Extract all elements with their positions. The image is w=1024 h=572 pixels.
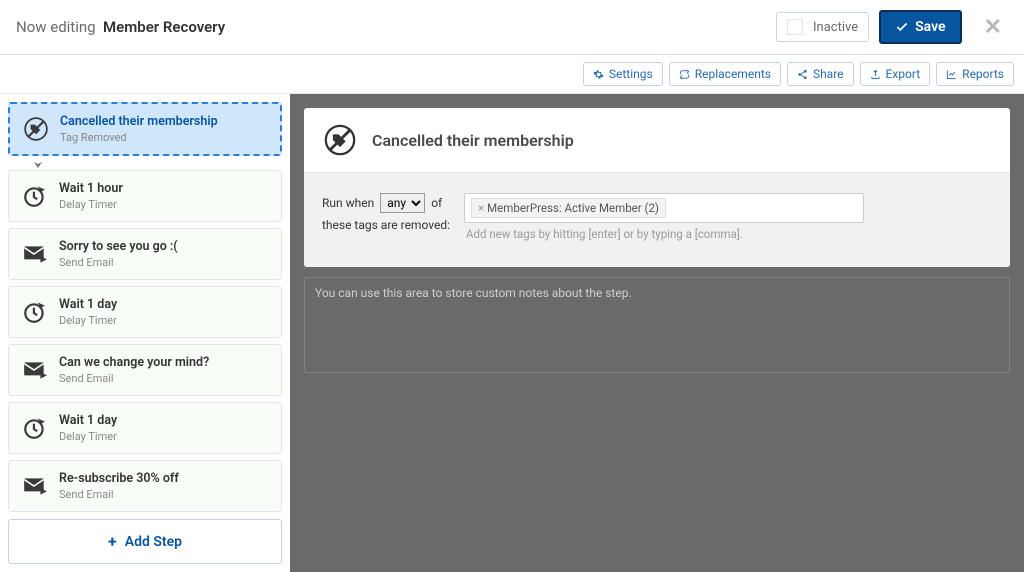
step-item-4[interactable]: Can we change your mind? Send Email [8,344,282,396]
close-button[interactable]: ✕ [978,15,1008,40]
run-when-select[interactable]: anyall [380,193,425,213]
step-subtitle: Delay Timer [59,430,117,443]
step-subtitle: Send Email [59,488,179,501]
step-title: Cancelled their membership [60,114,218,129]
save-label: Save [915,19,945,35]
add-step-label: Add Step [125,534,182,550]
main-editor: Cancelled their membership Run when anya… [290,94,1024,572]
run-when-label: Run when anyall of these tags are remove… [322,193,450,236]
add-step-button[interactable]: + Add Step [8,519,282,564]
step-title: Wait 1 day [59,297,117,312]
step-title: Re-subscribe 30% off [59,471,179,486]
status-toggle[interactable]: Inactive [776,12,869,42]
step-item-6[interactable]: Re-subscribe 30% off Send Email [8,460,282,512]
tags-input[interactable]: ×MemberPress: Active Member (2) [464,193,864,223]
step-subtitle: Delay Timer [59,198,123,211]
panel-body: Run when anyall of these tags are remove… [304,172,1010,267]
export-button[interactable]: Export [860,62,931,86]
export-icon [870,69,881,80]
notes-area[interactable]: You can use this area to store custom no… [304,277,1010,373]
tag-removed-icon [322,122,358,158]
chart-icon [946,69,957,80]
tags-hint: Add new tags by hitting [enter] or by ty… [464,223,864,241]
tag-removed-icon [22,115,50,143]
step-title: Wait 1 day [59,413,117,428]
now-editing-label: Now editing [16,18,96,36]
funnel-name: Member Recovery [103,18,225,36]
check-icon [895,20,909,34]
step-panel: Cancelled their membership Run when anya… [304,108,1010,267]
steps-sidebar: Cancelled their membership Tag Removed W… [0,94,290,572]
panel-title: Cancelled their membership [372,131,574,150]
replace-icon [679,69,690,80]
step-title: Sorry to see you go :( [59,239,178,254]
action-bar: Settings Replacements Share Export Repor… [0,55,1024,94]
settings-button[interactable]: Settings [583,62,663,86]
timer-icon [21,182,49,210]
step-connector [8,158,282,168]
email-icon [21,472,49,500]
replacements-button[interactable]: Replacements [669,62,781,86]
step-item-2[interactable]: Sorry to see you go :( Send Email [8,228,282,280]
timer-icon [21,414,49,442]
step-item-3[interactable]: Wait 1 day Delay Timer [8,286,282,338]
plus-icon: + [108,532,117,551]
step-subtitle: Tag Removed [60,131,218,144]
step-subtitle: Send Email [59,256,178,269]
status-color-swatch [787,19,803,35]
email-icon [21,240,49,268]
step-title: Wait 1 hour [59,181,123,196]
step-subtitle: Send Email [59,372,209,385]
remove-tag-icon[interactable]: × [478,201,484,215]
email-icon [21,356,49,384]
step-item-5[interactable]: Wait 1 day Delay Timer [8,402,282,454]
share-icon [797,69,808,80]
status-label: Inactive [813,20,858,35]
panel-header: Cancelled their membership [304,108,1010,172]
timer-icon [21,298,49,326]
step-subtitle: Delay Timer [59,314,117,327]
step-item-1[interactable]: Wait 1 hour Delay Timer [8,170,282,222]
share-button[interactable]: Share [787,62,854,86]
reports-button[interactable]: Reports [936,62,1014,86]
gear-icon [593,69,604,80]
editor-header: Now editing Member Recovery Inactive Sav… [0,0,1024,55]
save-button[interactable]: Save [879,10,961,44]
tag-chip[interactable]: ×MemberPress: Active Member (2) [471,198,666,218]
page-title: Now editing Member Recovery [16,18,225,36]
step-item-0[interactable]: Cancelled their membership Tag Removed [8,102,282,156]
step-title: Can we change your mind? [59,355,209,370]
